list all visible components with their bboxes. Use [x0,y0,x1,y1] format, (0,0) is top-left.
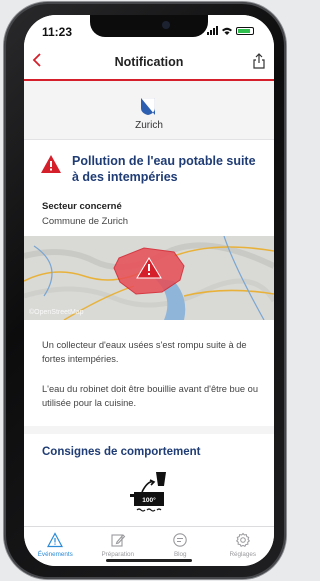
temperature-label: 100° [142,496,156,504]
tab-label: Événements [37,551,73,558]
section-divider [24,426,274,434]
notification-card: Pollution de l'eau potable suite à des i… [24,140,274,527]
navigation-bar: Notification [24,45,274,81]
tab-evenements[interactable]: Événements [24,527,87,566]
sector-label: Secteur concerné [42,201,122,212]
notch [90,15,208,37]
home-indicator[interactable] [106,559,192,562]
alert-title: Pollution de l'eau potable suite à des i… [72,154,256,184]
map-canvas [24,236,274,320]
tab-label: Préparation [101,551,135,558]
blog-icon [173,533,187,547]
edit-icon [111,534,126,547]
warning-icon [41,155,61,173]
alert-icon [47,532,64,548]
tab-label: Réglages [229,551,257,558]
status-icons [207,26,254,35]
affected-area-map[interactable]: ©OpenStreetMap [24,236,274,320]
screen: 11:23 Notification Zurich Pollution de l… [24,15,274,566]
tab-label: Blog [173,551,187,558]
boil-water-icon: 100° [130,472,166,512]
map-attribution: ©OpenStreetMap [29,309,84,316]
battery-icon [236,26,254,35]
description-paragraph-1: Un collecteur d'eaux usées s'est rompu s… [42,340,247,364]
location-header: Zurich [24,81,274,140]
section-title: Consignes de comportement [42,446,201,458]
description-paragraph-2: L'eau du robinet doit être bouillie avan… [42,384,258,408]
tab-bar: Événements Préparation Blog Réglages [24,526,274,566]
share-icon[interactable] [253,53,265,74]
wifi-icon [222,27,232,35]
phone-frame: 11:23 Notification Zurich Pollution de l… [4,2,286,579]
gear-icon [235,532,250,547]
tab-reglages[interactable]: Réglages [212,527,275,566]
zurich-crest-icon [141,98,155,115]
signal-icon [207,26,218,35]
location-name: Zurich [135,120,163,131]
sector-value: Commune de Zurich [42,216,129,227]
page-title: Notification [114,55,184,69]
status-time: 11:23 [42,25,73,39]
